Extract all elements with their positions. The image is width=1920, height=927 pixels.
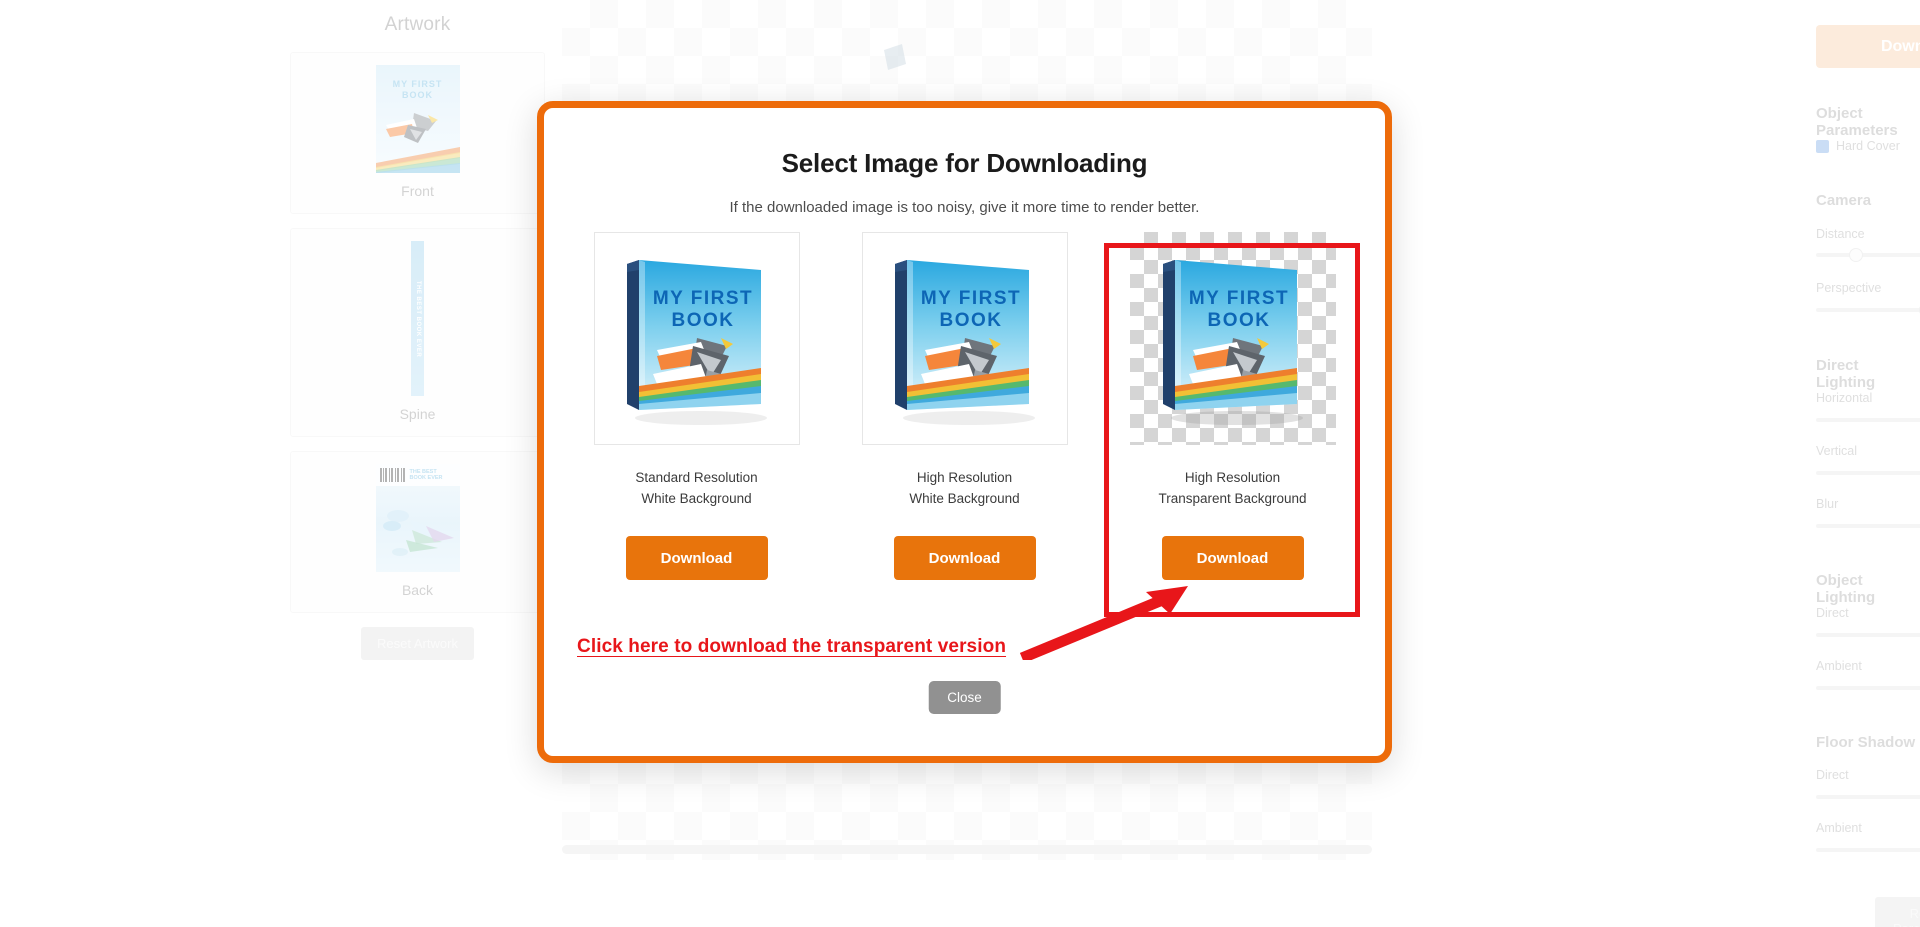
option-thumbnail-standard: MY FIRST BOOK — [593, 232, 800, 445]
group-title-direct-lighting: Direct Lighting — [1816, 357, 1876, 391]
slider-distance[interactable] — [1816, 248, 1920, 262]
download-button-standard[interactable]: Download — [625, 536, 768, 580]
red-arrow-icon — [1020, 586, 1188, 660]
slider-perspective[interactable] — [1816, 303, 1920, 317]
slider-label-dl-vertical: Vertical — [1816, 444, 1857, 458]
barcode-icon — [379, 468, 405, 482]
option-caption-line2: White Background — [909, 491, 1020, 506]
modal-subtitle: If the downloaded image is too noisy, gi… — [729, 199, 1200, 216]
group-title-object-lighting: Object Lighting — [1816, 572, 1876, 606]
checkbox-box-icon — [1816, 139, 1829, 153]
close-button[interactable]: Close — [928, 681, 1001, 714]
option-caption-high: High Resolution White Background — [909, 467, 1019, 509]
slider-label-ol-direct: Direct — [1816, 606, 1849, 620]
download-option-transparent[interactable]: MY FIRST BOOK High Resolution Transparen… — [1129, 232, 1336, 580]
download-options-row: MY FIRST BOOK Standard Resolution White … — [544, 232, 1385, 580]
slider-ol-direct[interactable] — [1816, 633, 1920, 637]
app-root: Artwork MY FIRST BOOK Front THE BEST BOO… — [0, 0, 1920, 927]
hard-cover-checkbox[interactable]: Hard Cover — [1816, 139, 1900, 153]
svg-text:BOOK: BOOK — [939, 310, 1002, 331]
option-thumbnail-high: MY FIRST BOOK — [861, 232, 1068, 445]
slider-label-distance: Distance — [1816, 227, 1865, 241]
slider-fs-ambient[interactable] — [1816, 848, 1920, 852]
svg-text:MY FIRST: MY FIRST — [652, 288, 752, 309]
slider-dl-horizontal[interactable] — [1816, 418, 1920, 422]
option-caption-line1: High Resolution — [1184, 470, 1281, 485]
modal-title: Select Image for Downloading — [781, 148, 1148, 178]
slider-label-dl-blur: Blur — [1816, 497, 1839, 511]
slider-ol-ambient[interactable] — [1816, 686, 1920, 690]
option-caption-transparent: High Resolution Transparent Background — [1158, 467, 1306, 509]
slider-dl-vertical[interactable] — [1816, 471, 1920, 475]
svg-text:BOOK: BOOK — [671, 310, 734, 331]
hard-cover-label: Hard Cover — [1836, 139, 1900, 153]
option-caption-line2: Transparent Background — [1158, 491, 1307, 506]
slider-dl-blur[interactable] — [1816, 524, 1920, 528]
slider-label-ol-ambient: Ambient — [1816, 659, 1862, 673]
slider-label-fs-direct: Direct — [1816, 768, 1849, 782]
option-caption-line2: White Background — [641, 491, 752, 506]
svg-text:MY FIRST: MY FIRST — [1188, 288, 1288, 309]
slider-label-perspective: Perspective — [1816, 281, 1882, 295]
download-image-button[interactable]: Download Image — [1816, 25, 1920, 68]
svg-text:BOOK: BOOK — [1207, 310, 1270, 331]
svg-text:MY FIRST: MY FIRST — [920, 288, 1020, 309]
annotation-text: Click here to download the transparent v… — [577, 636, 1007, 657]
book-3d-icon: MY FIRST BOOK — [894, 260, 1035, 425]
book-3d-icon: MY FIRST BOOK — [1162, 260, 1303, 425]
option-caption-line1: Standard Resolution — [635, 470, 758, 485]
download-option-high-white[interactable]: MY FIRST BOOK High Resolution White Back… — [861, 232, 1068, 580]
slider-label-fs-ambient: Ambient — [1816, 821, 1862, 835]
reset-parameters-button[interactable]: Reset Parameters — [1875, 897, 1920, 927]
slider-label-dl-horizontal: Horizontal — [1816, 391, 1873, 405]
group-title-object-parameters: Object Parameters — [1816, 105, 1898, 139]
download-modal: Select Image for Downloading If the down… — [537, 101, 1392, 763]
group-title-floor-shadow: Floor Shadow — [1816, 734, 1916, 751]
download-option-standard-white[interactable]: MY FIRST BOOK Standard Resolution White … — [593, 232, 800, 580]
book-3d-icon: MY FIRST BOOK — [626, 260, 767, 425]
spine-text: THE BEST BOOK EVER — [414, 280, 421, 357]
option-caption-line1: High Resolution — [916, 470, 1013, 485]
option-caption-standard: Standard Resolution White Background — [635, 467, 757, 509]
slider-fs-direct[interactable] — [1816, 795, 1920, 799]
download-button-high[interactable]: Download — [893, 536, 1036, 580]
option-thumbnail-transparent: MY FIRST BOOK — [1129, 232, 1336, 445]
group-title-camera: Camera — [1816, 192, 1872, 209]
